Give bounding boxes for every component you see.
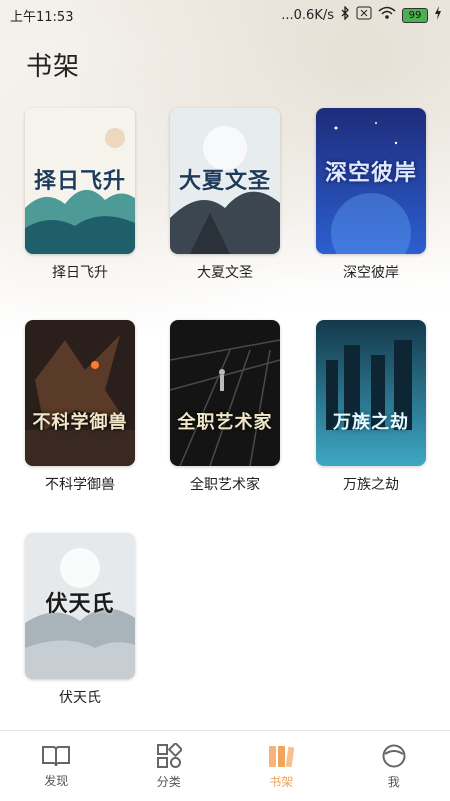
book-cover[interactable]: 不科学御兽 xyxy=(25,320,135,466)
cover-art xyxy=(170,320,280,466)
cover-title: 深空彼岸 xyxy=(316,155,426,187)
profile-icon xyxy=(381,743,407,769)
book-open-icon xyxy=(41,744,71,768)
cover-title: 不科学御兽 xyxy=(25,408,135,434)
book-item[interactable]: 伏天氏 伏天氏 xyxy=(25,533,135,707)
book-title: 深空彼岸 xyxy=(316,262,426,282)
book-title: 不科学御兽 xyxy=(25,474,135,494)
grid-shapes-icon xyxy=(156,743,182,769)
bookshelf-grid: 择日飞升 择日飞升 大夏文圣 大夏文圣 深空彼岸 深空彼岸 xyxy=(0,0,450,730)
book-cover[interactable]: 大夏文圣 xyxy=(170,108,280,254)
cover-title: 伏天氏 xyxy=(25,586,135,618)
book-cover[interactable]: 万族之劫 xyxy=(316,320,426,466)
cover-title: 全职艺术家 xyxy=(170,408,280,434)
book-cover[interactable]: 深空彼岸 xyxy=(316,108,426,254)
cover-art xyxy=(25,320,135,466)
tab-label: 发现 xyxy=(44,772,68,789)
cover-title: 择日飞升 xyxy=(25,163,135,195)
tab-category[interactable]: 分类 xyxy=(113,731,226,801)
book-item[interactable]: 深空彼岸 深空彼岸 xyxy=(316,108,426,282)
bottom-tab-bar: 发现 分类 书架 我 xyxy=(0,730,450,801)
cover-title: 万族之劫 xyxy=(316,408,426,434)
tab-label: 我 xyxy=(388,773,400,790)
book-item[interactable]: 大夏文圣 大夏文圣 xyxy=(170,108,280,282)
tab-bookshelf[interactable]: 书架 xyxy=(225,731,338,801)
book-cover[interactable]: 择日飞升 xyxy=(25,108,135,254)
book-item[interactable]: 万族之劫 万族之劫 xyxy=(316,320,426,494)
book-title: 择日飞升 xyxy=(25,262,135,282)
book-item[interactable]: 不科学御兽 不科学御兽 xyxy=(25,320,135,494)
book-item[interactable]: 全职艺术家 全职艺术家 xyxy=(170,320,280,494)
book-item[interactable]: 择日飞升 择日飞升 xyxy=(25,108,135,282)
tab-label: 分类 xyxy=(157,773,181,790)
tab-discover[interactable]: 发现 xyxy=(0,731,113,801)
cover-art xyxy=(316,320,426,466)
book-cover[interactable]: 全职艺术家 xyxy=(170,320,280,466)
bookshelf-icon xyxy=(266,743,296,769)
book-title: 全职艺术家 xyxy=(170,474,280,494)
book-cover[interactable]: 伏天氏 xyxy=(25,533,135,679)
tab-me[interactable]: 我 xyxy=(338,731,450,801)
cover-title: 大夏文圣 xyxy=(170,163,280,195)
book-title: 大夏文圣 xyxy=(170,262,280,282)
tab-label: 书架 xyxy=(269,773,293,790)
book-title: 伏天氏 xyxy=(25,687,135,707)
book-title: 万族之劫 xyxy=(316,474,426,494)
